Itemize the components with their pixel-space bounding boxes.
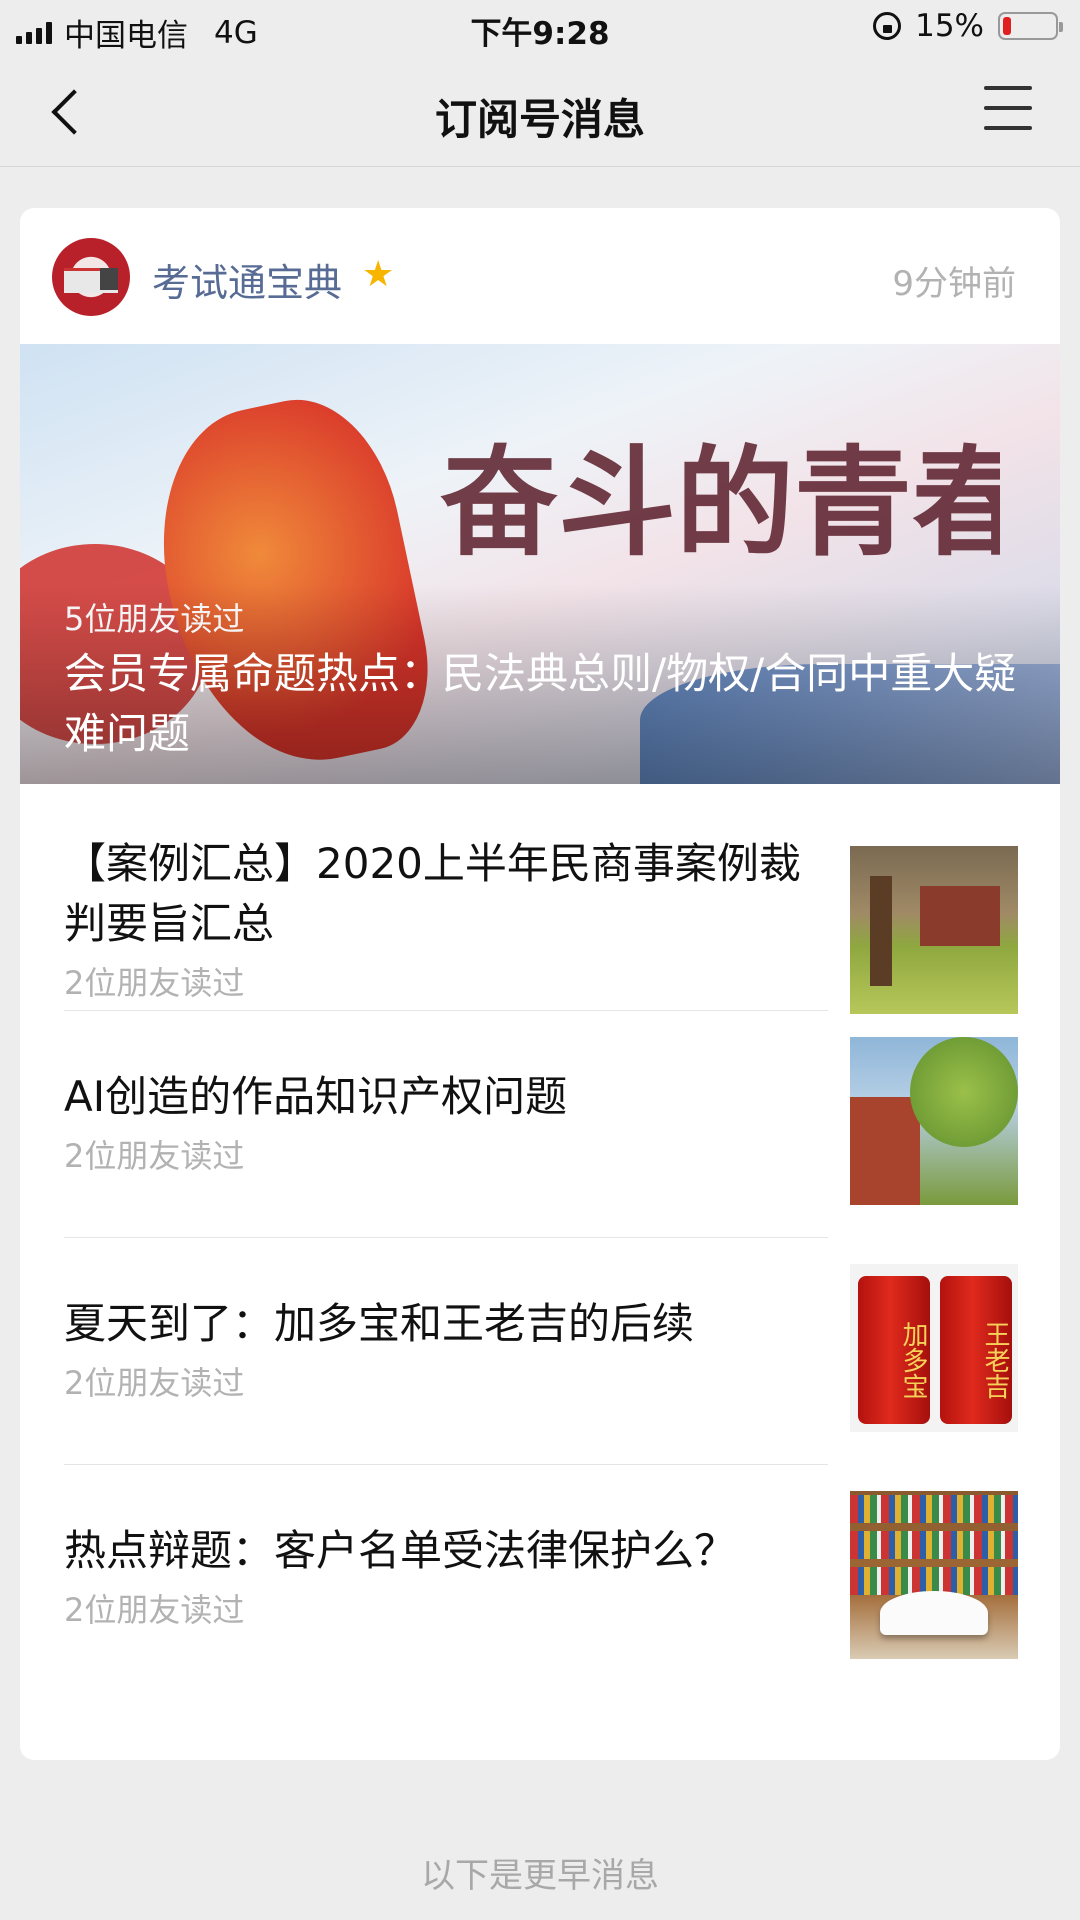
- open-book: [880, 1591, 988, 1635]
- article-title: 【案例汇总】2020上半年民商事案例裁判要旨汇总: [64, 839, 801, 948]
- rotation-lock-icon: [873, 12, 902, 40]
- star-icon: ★: [362, 254, 395, 295]
- article-thumbnail: [850, 1491, 1018, 1659]
- article-thumbnail: [850, 846, 1018, 1014]
- account-avatar[interactable]: [52, 238, 130, 316]
- article-reads: 2位朋友读过: [64, 1364, 245, 1402]
- bookshelf-row: [850, 1495, 1018, 1523]
- message-card: 考试通宝典 ★ 9分钟前 奋斗的青春最美丽 5位朋友读过 会员专属命题热点：民法…: [20, 208, 1060, 1760]
- bookshelf-row: [850, 1531, 1018, 1559]
- account-name[interactable]: 考试通宝典: [152, 252, 342, 307]
- article-reads: 2位朋友读过: [64, 1137, 245, 1175]
- page-title: 订阅号消息: [434, 95, 645, 144]
- card-header[interactable]: 考试通宝典 ★ 9分钟前: [20, 208, 1060, 344]
- article-reads: 2位朋友读过: [64, 1591, 245, 1629]
- can-wanglaoji: 王老吉: [940, 1276, 1012, 1424]
- list-item[interactable]: 热点辩题：客户名单受法律保护么？ 2位朋友读过: [20, 1465, 1060, 1692]
- article-thumbnail: 加多宝 王老吉: [850, 1264, 1018, 1432]
- list-item[interactable]: 【案例汇总】2020上半年民商事案例裁判要旨汇总 2位朋友读过: [20, 784, 1060, 1014]
- hero-reads: 5位朋友读过: [64, 600, 245, 638]
- list-item[interactable]: AI创造的作品知识产权问题 2位朋友读过: [20, 1011, 1060, 1238]
- status-right: 15%: [873, 8, 1063, 44]
- menu-icon[interactable]: [984, 86, 1034, 132]
- status-bar: 中国电信 4G 下午9:28 15%: [0, 0, 1080, 54]
- post-time: 9分钟前: [892, 264, 1016, 304]
- earlier-messages-label[interactable]: 以下是更早消息: [0, 1848, 1080, 1897]
- svg-text:奋斗的青春最美丽: 奋斗的青春最美丽: [440, 433, 1000, 572]
- nav-bar: 订阅号消息: [0, 54, 1080, 167]
- can-jiaduobao: 加多宝: [858, 1276, 930, 1424]
- battery-percent: 15%: [915, 8, 984, 44]
- article-title: 夏天到了：加多宝和王老吉的后续: [64, 1299, 695, 1348]
- article-title: AI创造的作品知识产权问题: [64, 1072, 568, 1121]
- battery-fill: [1003, 17, 1011, 35]
- article-thumbnail: [850, 1037, 1018, 1205]
- battery-icon: [998, 12, 1063, 40]
- list-item[interactable]: 夏天到了：加多宝和王老吉的后续 2位朋友读过 加多宝 王老吉: [20, 1238, 1060, 1465]
- article-reads: 2位朋友读过: [64, 964, 245, 1002]
- article-title: 热点辩题：客户名单受法律保护么？: [64, 1526, 737, 1575]
- hero-title: 会员专属命题热点：民法典总则/物权/合同中重大疑难问题: [64, 649, 1017, 758]
- hero-article[interactable]: 奋斗的青春最美丽 5位朋友读过 会员专属命题热点：民法典总则/物权/合同中重大疑…: [20, 344, 1060, 784]
